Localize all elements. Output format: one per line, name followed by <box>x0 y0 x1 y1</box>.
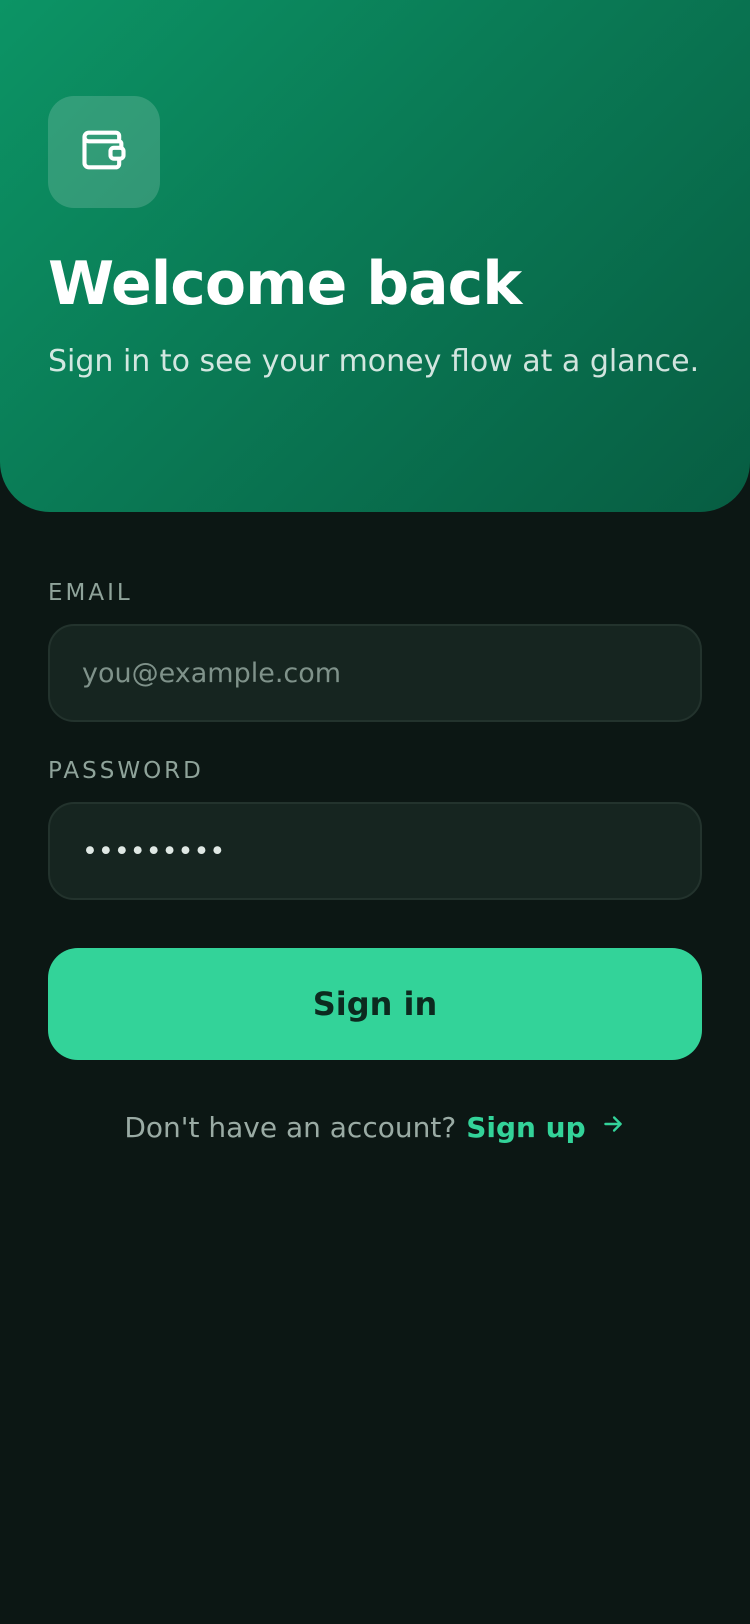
sign-in-button[interactable]: Sign in <box>48 948 702 1060</box>
login-screen: Welcome back Sign in to see your money f… <box>0 0 750 1624</box>
email-field-container <box>48 624 702 722</box>
hero-header: Welcome back Sign in to see your money f… <box>0 0 750 512</box>
email-field[interactable] <box>82 657 700 689</box>
wallet-icon <box>78 124 130 180</box>
signup-row: Don't have an account? Sign up <box>0 1108 750 1148</box>
signup-prompt: Don't have an account? <box>124 1111 457 1144</box>
arrow-right-icon <box>586 1108 626 1148</box>
sign-up-label: Sign up <box>466 1111 586 1144</box>
password-label: PASSWORD <box>48 758 204 784</box>
sign-up-link[interactable]: Sign up <box>466 1108 625 1148</box>
page-subtitle: Sign in to see your money flow at a glan… <box>48 344 700 379</box>
app-logo <box>48 96 160 208</box>
password-field[interactable] <box>82 835 700 867</box>
page-title: Welcome back <box>48 249 522 319</box>
password-field-container <box>48 802 702 900</box>
email-label: EMAIL <box>48 580 133 606</box>
